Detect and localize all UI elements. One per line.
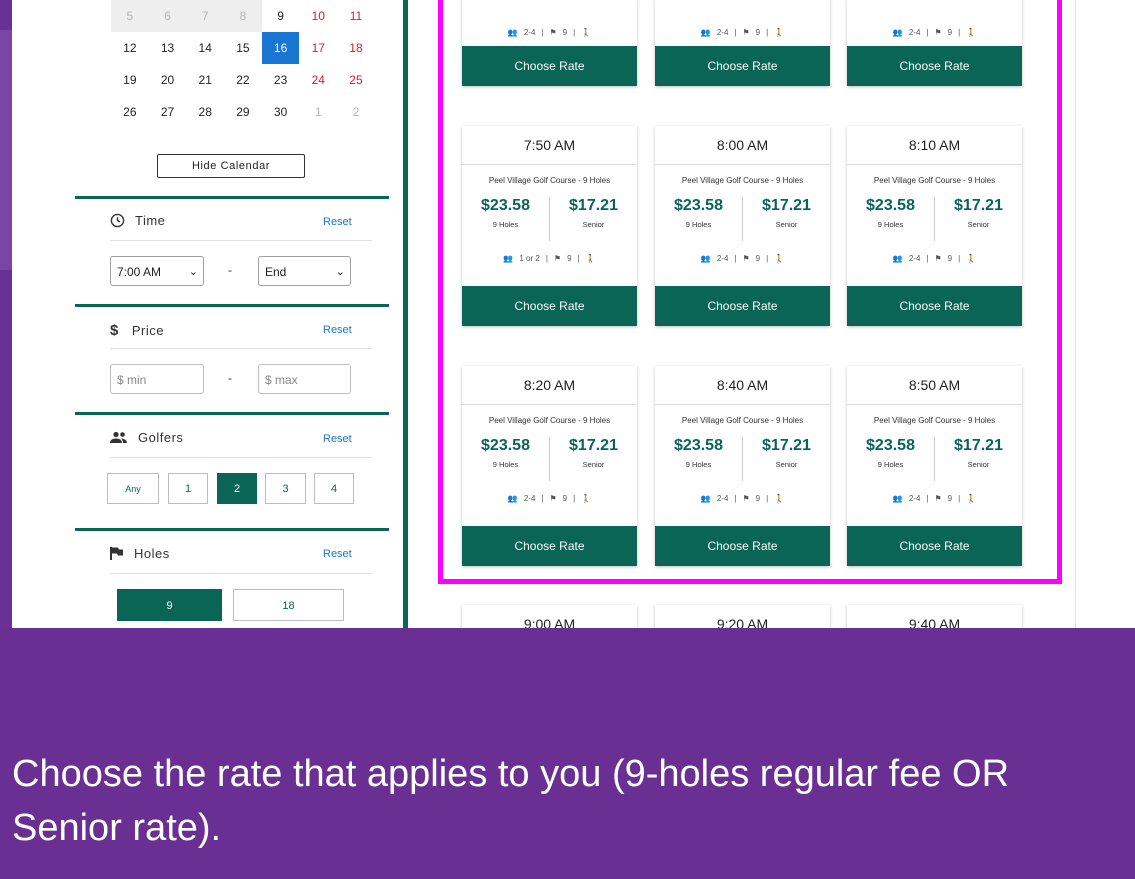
holes-option-9[interactable]: 9	[117, 589, 222, 621]
calendar-day[interactable]: 22	[224, 73, 262, 87]
clock-icon	[110, 213, 125, 228]
calendar-day[interactable]: 29	[224, 105, 262, 119]
calendar-day[interactable]: 8	[224, 9, 262, 23]
left-edge-stripe	[0, 30, 12, 270]
calendar-day[interactable]: 19	[111, 73, 149, 87]
group-icon	[110, 431, 127, 443]
calendar-week: 19 20 21 22 23 24 25	[111, 64, 375, 96]
end-time-value: End	[265, 265, 287, 279]
results-border	[1075, 0, 1076, 628]
calendar-day[interactable]: 12	[111, 41, 149, 55]
golfers-option-any[interactable]: Any	[107, 473, 159, 504]
tee-time-card: 9:00 AM	[462, 605, 637, 628]
calendar-day[interactable]: 7	[186, 9, 224, 23]
calendar-week: 5 6 7 8 9 10 11	[111, 0, 375, 32]
tee-time-card: 9:20 AM	[655, 605, 830, 628]
calendar-day[interactable]: 26	[111, 105, 149, 119]
golfers-reset-link[interactable]: Reset	[323, 433, 352, 445]
calendar: 5 6 7 8 9 10 11 12 13 14 15 16 17 18 19 …	[111, 0, 375, 128]
calendar-day[interactable]: 28	[186, 105, 224, 119]
dollar-icon: $	[110, 322, 119, 339]
filter-sidebar: 5 6 7 8 9 10 11 12 13 14 15 16 17 18 19 …	[75, 0, 403, 628]
chevron-down-icon: ⌄	[188, 266, 198, 278]
left-edge	[0, 0, 12, 628]
start-time-select[interactable]: 7:00 AM ⌄	[110, 256, 204, 286]
divider	[110, 348, 372, 349]
calendar-day[interactable]: 23	[262, 73, 300, 87]
calendar-day[interactable]: 15	[224, 41, 262, 55]
holes-label: Holes	[134, 546, 170, 561]
section-divider	[75, 196, 389, 199]
flag-icon	[110, 547, 123, 560]
golfers-section-header: Golfers	[110, 430, 183, 445]
range-dash: -	[228, 371, 232, 385]
calendar-day[interactable]: 13	[149, 41, 187, 55]
calendar-day[interactable]: 18	[337, 41, 375, 55]
tee-time: 9:40 AM	[908, 616, 961, 628]
section-divider	[75, 528, 389, 531]
calendar-week: 26 27 28 29 30 1 2	[111, 96, 375, 128]
range-dash: -	[228, 263, 232, 277]
price-max-input[interactable]: $ max	[258, 364, 351, 394]
panel-divider	[403, 0, 408, 628]
tee-time: 9:20 AM	[716, 616, 769, 628]
calendar-week: 12 13 14 15 16 17 18	[111, 32, 375, 64]
holes-reset-link[interactable]: Reset	[323, 548, 352, 560]
calendar-day[interactable]: 20	[149, 73, 187, 87]
caption-line: Senior rate).	[12, 807, 222, 849]
calendar-day[interactable]: 30	[262, 105, 300, 119]
price-label: Price	[131, 323, 164, 338]
caption-line: Choose the rate that applies to you (9-h…	[12, 753, 1010, 795]
calendar-day[interactable]: 17	[299, 41, 337, 55]
golfers-label: Golfers	[138, 430, 184, 445]
calendar-day[interactable]: 9	[261, 0, 300, 32]
end-time-select[interactable]: End ⌄	[258, 256, 351, 286]
chevron-down-icon: ⌄	[335, 266, 345, 278]
calendar-day[interactable]: 5	[111, 9, 149, 23]
golfers-option-1[interactable]: 1	[168, 473, 208, 504]
holes-section-header: Holes	[110, 546, 170, 561]
calendar-day[interactable]: 2	[337, 105, 375, 119]
calendar-day-selected[interactable]: 16	[261, 32, 300, 64]
holes-option-18[interactable]: 18	[233, 589, 344, 621]
divider	[110, 240, 372, 241]
tee-time-card: 9:40 AM	[847, 605, 1022, 628]
start-time-value: 7:00 AM	[117, 265, 162, 279]
highlight-box	[438, 0, 1062, 584]
divider	[110, 457, 372, 458]
screenshot-area: 5 6 7 8 9 10 11 12 13 14 15 16 17 18 19 …	[12, 0, 1135, 628]
tee-time: 9:00 AM	[523, 616, 576, 628]
golfers-option-3[interactable]: 3	[265, 473, 306, 504]
calendar-day[interactable]: 11	[337, 0, 375, 32]
calendar-day[interactable]: 25	[337, 73, 375, 87]
golfers-option-4[interactable]: 4	[314, 473, 354, 504]
calendar-day[interactable]: 1	[299, 105, 337, 119]
price-min-input[interactable]: $ min	[110, 364, 204, 394]
time-label: Time	[135, 213, 166, 228]
instruction-caption: Choose the rate that applies to you (9-h…	[12, 747, 1135, 855]
calendar-day[interactable]: 14	[186, 41, 224, 55]
time-reset-link[interactable]: Reset	[323, 216, 352, 228]
price-section-header: $ Price	[110, 322, 164, 339]
price-reset-link[interactable]: Reset	[323, 324, 352, 336]
calendar-day[interactable]: 21	[186, 73, 224, 87]
time-section-header: Time	[110, 213, 165, 228]
section-divider	[75, 412, 389, 415]
calendar-day[interactable]: 24	[299, 73, 337, 87]
calendar-day[interactable]: 6	[149, 9, 187, 23]
calendar-day[interactable]: 10	[299, 0, 338, 32]
divider	[110, 573, 372, 574]
hide-calendar-button[interactable]: Hide Calendar	[157, 154, 305, 178]
golfers-option-2[interactable]: 2	[217, 473, 257, 504]
section-divider	[75, 304, 389, 307]
calendar-day[interactable]: 27	[149, 105, 187, 119]
